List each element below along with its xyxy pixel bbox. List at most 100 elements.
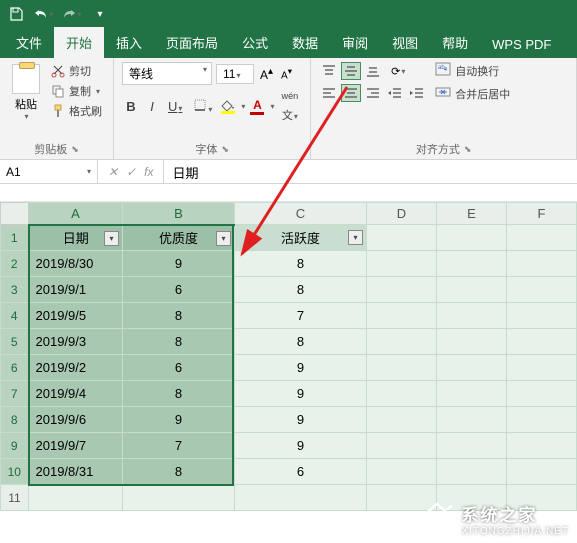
- cell[interactable]: 6: [235, 459, 367, 485]
- increase-font-button[interactable]: A▴: [258, 65, 275, 83]
- fx-icon[interactable]: fx: [144, 165, 153, 179]
- cell[interactable]: 7: [123, 433, 235, 459]
- cell[interactable]: 2019/9/4: [29, 381, 123, 407]
- formula-input[interactable]: 日期: [164, 160, 577, 183]
- tab-formula[interactable]: 公式: [230, 27, 280, 58]
- cell[interactable]: [367, 277, 437, 303]
- filter-icon[interactable]: ▾: [348, 230, 363, 245]
- cell[interactable]: 8: [235, 329, 367, 355]
- cell[interactable]: 日期▾: [29, 225, 123, 251]
- align-right-button[interactable]: [363, 84, 383, 102]
- wrap-text-button[interactable]: ab 自动换行: [435, 62, 510, 79]
- font-size-select[interactable]: 11▾: [216, 64, 254, 84]
- cell[interactable]: 2019/9/7: [29, 433, 123, 459]
- cell[interactable]: [507, 225, 577, 251]
- cancel-icon[interactable]: ✕: [108, 165, 118, 179]
- cell[interactable]: 2019/8/30: [29, 251, 123, 277]
- align-left-button[interactable]: [319, 84, 339, 102]
- cell[interactable]: [367, 459, 437, 485]
- cell[interactable]: 9: [235, 355, 367, 381]
- dialog-launcher-icon[interactable]: ⬊: [71, 144, 79, 155]
- col-header-b[interactable]: B: [123, 203, 235, 225]
- dialog-launcher-icon[interactable]: ⬊: [221, 144, 229, 155]
- cell[interactable]: [235, 485, 367, 511]
- align-bottom-button[interactable]: [363, 62, 383, 80]
- increase-indent-button[interactable]: [407, 84, 427, 102]
- decrease-font-button[interactable]: A▾: [279, 65, 294, 82]
- cell[interactable]: [507, 407, 577, 433]
- cell[interactable]: 8: [123, 303, 235, 329]
- cell[interactable]: 2019/9/3: [29, 329, 123, 355]
- cell[interactable]: 9: [235, 381, 367, 407]
- cell[interactable]: 2019/9/1: [29, 277, 123, 303]
- cell[interactable]: [29, 485, 123, 511]
- redo-icon[interactable]: ▾: [62, 4, 82, 24]
- cell[interactable]: [367, 251, 437, 277]
- font-name-select[interactable]: 等线▾: [122, 62, 212, 85]
- cell[interactable]: 6: [123, 355, 235, 381]
- cell[interactable]: 9: [235, 433, 367, 459]
- name-box[interactable]: A1▾: [0, 160, 98, 183]
- row-header[interactable]: 2: [1, 251, 29, 277]
- fill-color-button[interactable]: [219, 100, 237, 114]
- align-middle-button[interactable]: [341, 62, 361, 80]
- enter-icon[interactable]: ✓: [126, 165, 136, 179]
- tab-insert[interactable]: 插入: [104, 27, 154, 58]
- cell[interactable]: [507, 381, 577, 407]
- cell[interactable]: [437, 355, 507, 381]
- tab-home[interactable]: 开始: [54, 27, 104, 58]
- cell[interactable]: 8: [123, 381, 235, 407]
- cell[interactable]: [507, 433, 577, 459]
- underline-button[interactable]: U▾: [164, 97, 186, 116]
- cell[interactable]: [437, 277, 507, 303]
- filter-icon[interactable]: ▾: [104, 231, 119, 246]
- orientation-button[interactable]: ⟳▾: [385, 62, 411, 80]
- phonetic-button[interactable]: wén文▾: [277, 89, 302, 125]
- format-painter-button[interactable]: 格式刷: [48, 102, 105, 120]
- cell[interactable]: [437, 381, 507, 407]
- cell[interactable]: [507, 329, 577, 355]
- cell[interactable]: [507, 251, 577, 277]
- font-color-button[interactable]: A: [248, 98, 266, 115]
- tab-help[interactable]: 帮助: [430, 27, 480, 58]
- filter-icon[interactable]: ▾: [216, 231, 231, 246]
- cell[interactable]: 9: [123, 251, 235, 277]
- col-header-f[interactable]: F: [507, 203, 577, 225]
- row-header[interactable]: 9: [1, 433, 29, 459]
- cell[interactable]: [367, 433, 437, 459]
- save-icon[interactable]: [6, 4, 26, 24]
- italic-button[interactable]: I: [143, 97, 161, 116]
- cell[interactable]: [437, 329, 507, 355]
- cell[interactable]: 8: [123, 329, 235, 355]
- align-center-button[interactable]: [341, 84, 361, 102]
- col-header-e[interactable]: E: [437, 203, 507, 225]
- cell[interactable]: [437, 459, 507, 485]
- cell[interactable]: 活跃度▾: [235, 225, 367, 251]
- cell[interactable]: [367, 407, 437, 433]
- cell[interactable]: [507, 303, 577, 329]
- cell[interactable]: [437, 433, 507, 459]
- cell[interactable]: [507, 355, 577, 381]
- undo-icon[interactable]: ▾: [34, 4, 54, 24]
- cut-button[interactable]: 剪切: [48, 62, 105, 80]
- cell[interactable]: [367, 355, 437, 381]
- cell[interactable]: 7: [235, 303, 367, 329]
- row-header[interactable]: 11: [1, 485, 29, 511]
- cell[interactable]: [367, 225, 437, 251]
- tab-wps-pdf[interactable]: WPS PDF: [480, 31, 563, 58]
- bold-button[interactable]: B: [122, 97, 140, 116]
- cell[interactable]: [437, 303, 507, 329]
- cell[interactable]: 2019/8/31: [29, 459, 123, 485]
- row-header[interactable]: 3: [1, 277, 29, 303]
- cell[interactable]: 优质度▾: [123, 225, 235, 251]
- tab-data[interactable]: 数据: [280, 27, 330, 58]
- spreadsheet-grid[interactable]: A B C D E F 1 日期▾ 优质度▾ 活跃度▾ 22019/8/3098…: [0, 202, 577, 511]
- cell[interactable]: [437, 407, 507, 433]
- row-header[interactable]: 8: [1, 407, 29, 433]
- cell[interactable]: 2019/9/2: [29, 355, 123, 381]
- copy-button[interactable]: 复制▾: [48, 82, 105, 100]
- tab-layout[interactable]: 页面布局: [154, 27, 230, 58]
- col-header-d[interactable]: D: [367, 203, 437, 225]
- merge-center-button[interactable]: 合并后居中: [435, 85, 510, 102]
- tab-review[interactable]: 审阅: [330, 27, 380, 58]
